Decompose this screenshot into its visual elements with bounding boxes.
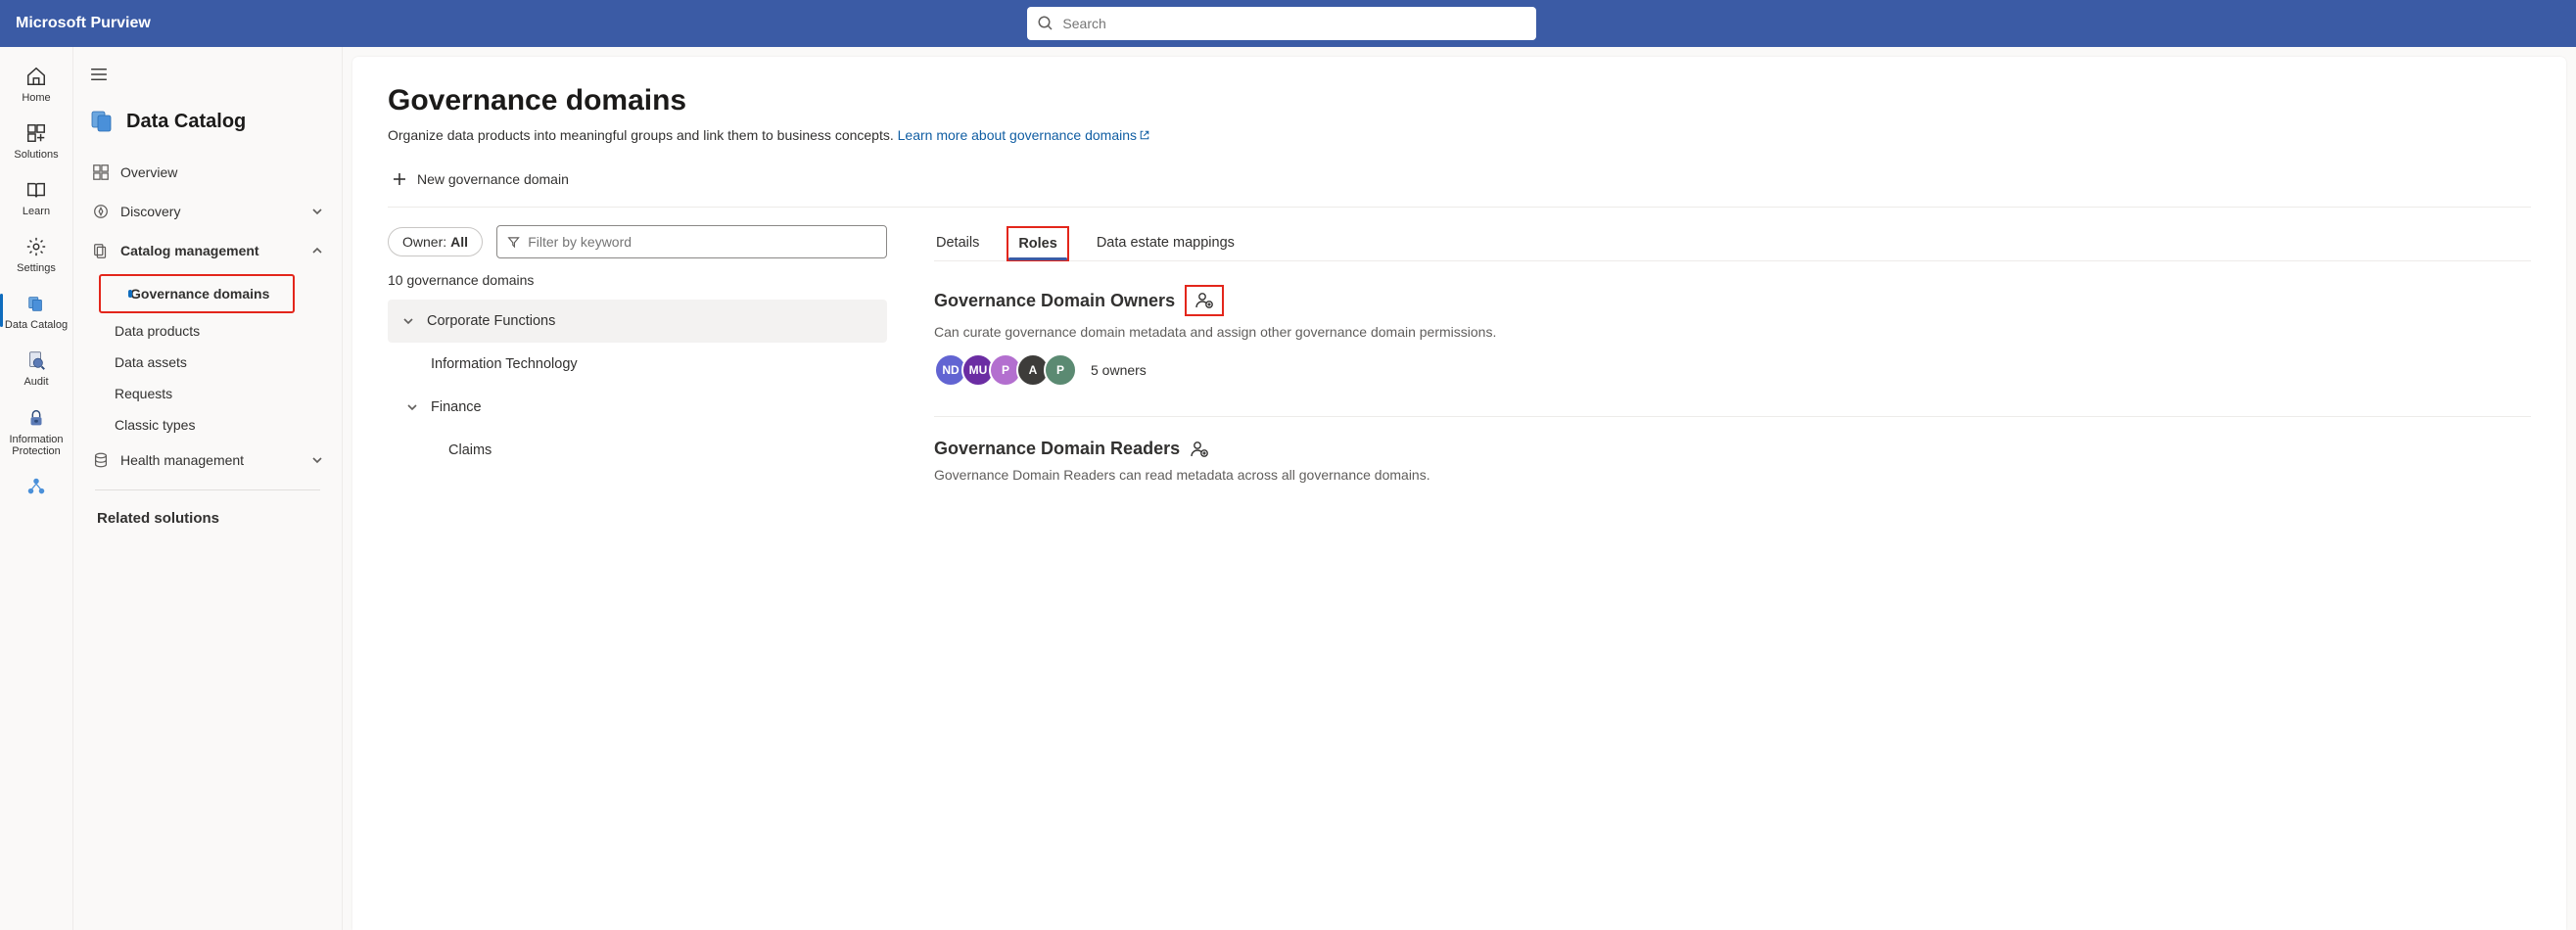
nav-governance-domains[interactable]: Governance domains [113,282,273,305]
tree-info-tech[interactable]: Information Technology [388,343,887,386]
role-owners-section: Governance Domain Owners Can curate gove… [934,285,2531,387]
apps-icon [24,121,48,145]
owner-filter-chip[interactable]: Owner: All [388,227,483,256]
rail-audit[interactable]: Audit [0,339,72,395]
discovery-icon [91,202,111,221]
health-icon [91,450,111,470]
detail-pane: Details Roles Data estate mappings Gover… [934,225,2531,512]
nav-governance-domains-highlight: Governance domains [99,274,295,313]
divider [388,207,2531,208]
role-divider [934,416,2531,417]
chevron-up-icon [310,244,324,257]
secondary-nav: Data Catalog Overview Discovery Cat [73,47,343,930]
search-box[interactable] [1027,7,1536,40]
left-rail: Home Solutions Learn Settings Data Catal… [0,47,73,930]
nav-data-products[interactable]: Data products [81,315,334,347]
filter-input[interactable] [528,234,876,250]
book-icon [24,178,48,202]
chevron-down-icon [310,205,324,218]
nav-overview[interactable]: Overview [81,153,334,192]
domain-count: 10 governance domains [388,272,887,288]
add-owner-highlight [1185,285,1224,316]
rail-more[interactable] [0,465,72,506]
module-heading: Data Catalog [73,94,342,153]
chevron-down-icon [405,400,419,414]
home-icon [24,65,48,88]
tree-finance[interactable]: Finance [388,386,887,429]
filter-input-wrap[interactable] [496,225,887,258]
search-icon [1037,15,1054,32]
rail-settings[interactable]: Settings [0,225,72,282]
tab-mappings[interactable]: Data estate mappings [1095,225,1237,260]
brand-title: Microsoft Purview [16,15,151,32]
role-owners-title: Governance Domain Owners [934,291,1175,311]
page-title: Governance domains [388,84,2531,117]
role-readers-section: Governance Domain Readers Governance Dom… [934,439,2531,483]
rail-home[interactable]: Home [0,55,72,112]
catalog-icon [24,292,48,315]
top-bar: Microsoft Purview [0,0,2576,47]
audit-icon [24,349,48,372]
search-wrap [1027,7,1536,40]
domain-list-pane: Owner: All 10 governance domains Corpora… [388,225,887,512]
nav-requests[interactable]: Requests [81,378,334,409]
catalog-mgmt-icon [91,241,111,260]
main-content: Governance domains Organize data product… [352,57,2566,930]
chevron-down-icon [401,314,415,328]
related-solutions-heading: Related solutions [81,500,334,533]
filter-icon [507,235,520,249]
lock-icon [24,406,48,430]
nav-health-management[interactable]: Health management [81,441,334,480]
tree-corporate-functions[interactable]: Corporate Functions [388,300,887,343]
tab-roles[interactable]: Roles [1007,226,1069,261]
search-input[interactable] [1062,16,1526,31]
add-owner-button[interactable] [1194,291,1214,310]
gear-icon [24,235,48,258]
plus-icon [392,171,407,187]
chevron-down-icon [310,453,324,467]
learn-more-link[interactable]: Learn more about governance domains [898,127,1150,143]
new-governance-domain-button[interactable]: New governance domain [388,165,573,193]
nodes-icon [24,475,48,498]
tab-list: Details Roles Data estate mappings [934,225,2531,261]
role-readers-title: Governance Domain Readers [934,439,1180,459]
role-readers-desc: Governance Domain Readers can read metad… [934,467,2531,483]
owners-count: 5 owners [1091,362,1147,378]
rail-learn[interactable]: Learn [0,168,72,225]
tree-claims[interactable]: Claims [388,429,887,472]
rail-info-protection[interactable]: Information Protection [0,396,72,465]
add-reader-button[interactable] [1190,440,1209,459]
rail-data-catalog[interactable]: Data Catalog [0,282,72,339]
owners-avatar-row: NDMUPAP 5 owners [934,353,2531,387]
nav-data-assets[interactable]: Data assets [81,347,334,378]
nav-catalog-management[interactable]: Catalog management [81,231,334,270]
nav-discovery[interactable]: Discovery [81,192,334,231]
role-owners-desc: Can curate governance domain metadata an… [934,324,2531,340]
nav-classic-types[interactable]: Classic types [81,409,334,441]
overview-icon [91,163,111,182]
person-add-icon [1190,440,1209,459]
avatar[interactable]: P [1044,353,1077,387]
tab-details[interactable]: Details [934,225,981,260]
catalog-module-icon [89,108,117,135]
rail-solutions[interactable]: Solutions [0,112,72,168]
external-link-icon [1139,128,1150,144]
owners-avatars[interactable]: NDMUPAP [934,353,1077,387]
nav-separator [95,489,320,490]
person-add-icon [1194,291,1214,310]
hamburger-button[interactable] [83,59,115,90]
module-title: Data Catalog [126,111,246,133]
page-description: Organize data products into meaningful g… [388,127,2531,144]
